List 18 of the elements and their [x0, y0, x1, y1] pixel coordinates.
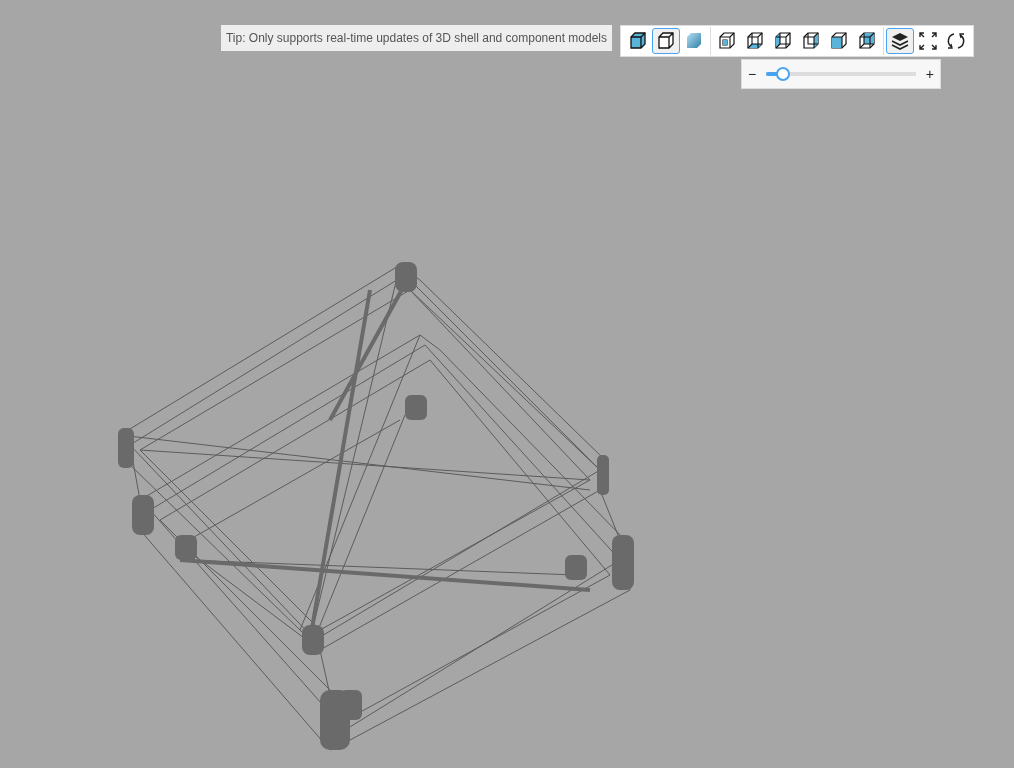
- toolbar-button[interactable]: [886, 28, 914, 54]
- cube-view-icon: [829, 31, 849, 51]
- wireframe-cube-icon: [656, 31, 676, 51]
- slider-thumb[interactable]: [776, 67, 791, 81]
- fullscreen-icon: [918, 31, 938, 51]
- cube-view-icon: [801, 31, 821, 51]
- solid-cube-icon: [628, 31, 648, 51]
- cube-view-icon: [857, 31, 877, 51]
- layers-icon: [890, 31, 910, 51]
- rotate-icon: [946, 31, 966, 51]
- toolbar-button[interactable]: [652, 28, 680, 54]
- zoom-in-label: +: [925, 66, 934, 82]
- tip-text: Tip: Only supports real-time updates of 3D shell and component models: [220, 25, 612, 51]
- zoom-out-label: −: [748, 66, 757, 82]
- cube-view-icon: [745, 31, 765, 51]
- cube-view-icon: [773, 31, 793, 51]
- cube-view-icon: [717, 31, 737, 51]
- shaded-cube-icon: [684, 31, 704, 51]
